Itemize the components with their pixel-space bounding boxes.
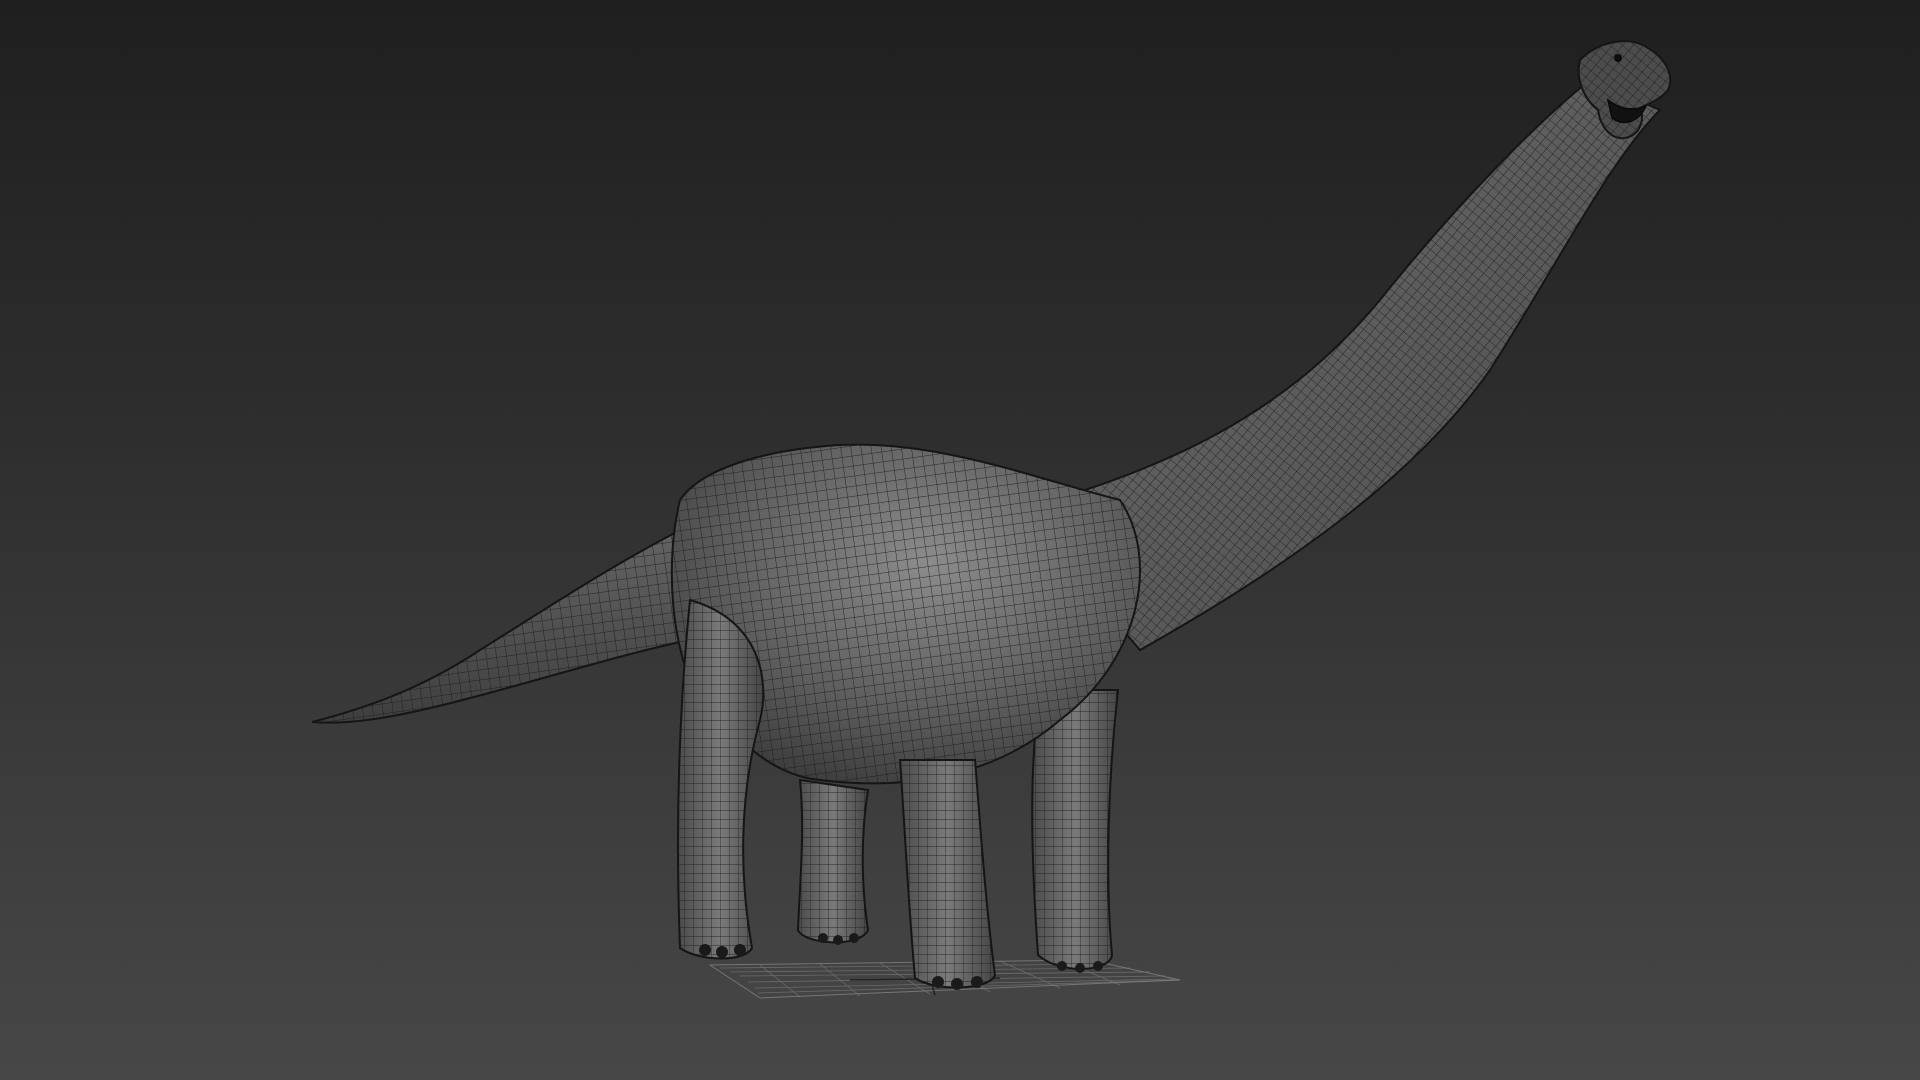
3d-viewport[interactable] [0,0,1920,1080]
scene-canvas[interactable] [0,0,1920,1080]
model-eye [1614,54,1622,62]
dinosaur-model[interactable] [311,40,1672,990]
